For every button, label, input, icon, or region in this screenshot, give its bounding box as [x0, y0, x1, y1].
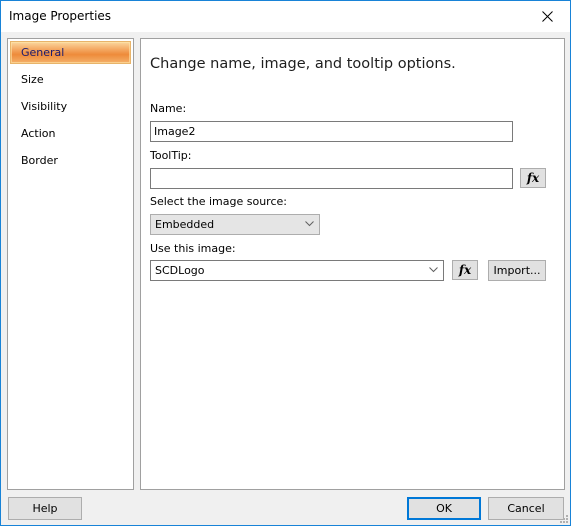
tooltip-expression-button[interactable]: fx	[520, 168, 546, 188]
name-input[interactable]	[150, 121, 513, 142]
sidebar-item-visibility[interactable]: Visibility	[10, 95, 131, 118]
use-image-select[interactable]: SCDLogo	[150, 260, 444, 281]
name-label: Name:	[150, 102, 187, 115]
general-panel: Change name, image, and tooltip options.…	[140, 38, 565, 490]
chevron-down-icon	[305, 221, 314, 227]
image-source-value: Embedded	[155, 218, 215, 231]
sidebar-nav: General Size Visibility Action Border	[7, 38, 134, 490]
function-icon: fx	[526, 171, 540, 185]
function-icon: fx	[458, 263, 472, 277]
ok-button[interactable]: OK	[407, 497, 481, 520]
title-bar: Image Properties	[1, 1, 570, 32]
image-properties-dialog: Image Properties General Size Visibility…	[0, 0, 571, 526]
use-image-value: SCDLogo	[155, 264, 205, 277]
sidebar-item-border[interactable]: Border	[10, 149, 131, 172]
help-button[interactable]: Help	[8, 497, 82, 520]
image-expression-button[interactable]: fx	[452, 260, 478, 280]
sidebar-item-size[interactable]: Size	[10, 68, 131, 91]
sidebar-item-action[interactable]: Action	[10, 122, 131, 145]
image-source-select[interactable]: Embedded	[150, 214, 320, 235]
use-image-label: Use this image:	[150, 242, 236, 255]
tooltip-label: ToolTip:	[150, 149, 192, 162]
dialog-title: Image Properties	[9, 9, 112, 23]
sidebar-item-general[interactable]: General	[10, 41, 131, 64]
import-button[interactable]: Import...	[488, 260, 546, 281]
image-source-label: Select the image source:	[150, 195, 287, 208]
close-icon	[541, 11, 553, 22]
close-button[interactable]	[524, 1, 570, 32]
cancel-button[interactable]: Cancel	[488, 497, 564, 520]
tooltip-input[interactable]	[150, 168, 513, 189]
page-heading: Change name, image, and tooltip options.	[150, 56, 456, 72]
resize-grip-icon[interactable]	[558, 513, 568, 523]
chevron-down-icon	[429, 267, 438, 273]
